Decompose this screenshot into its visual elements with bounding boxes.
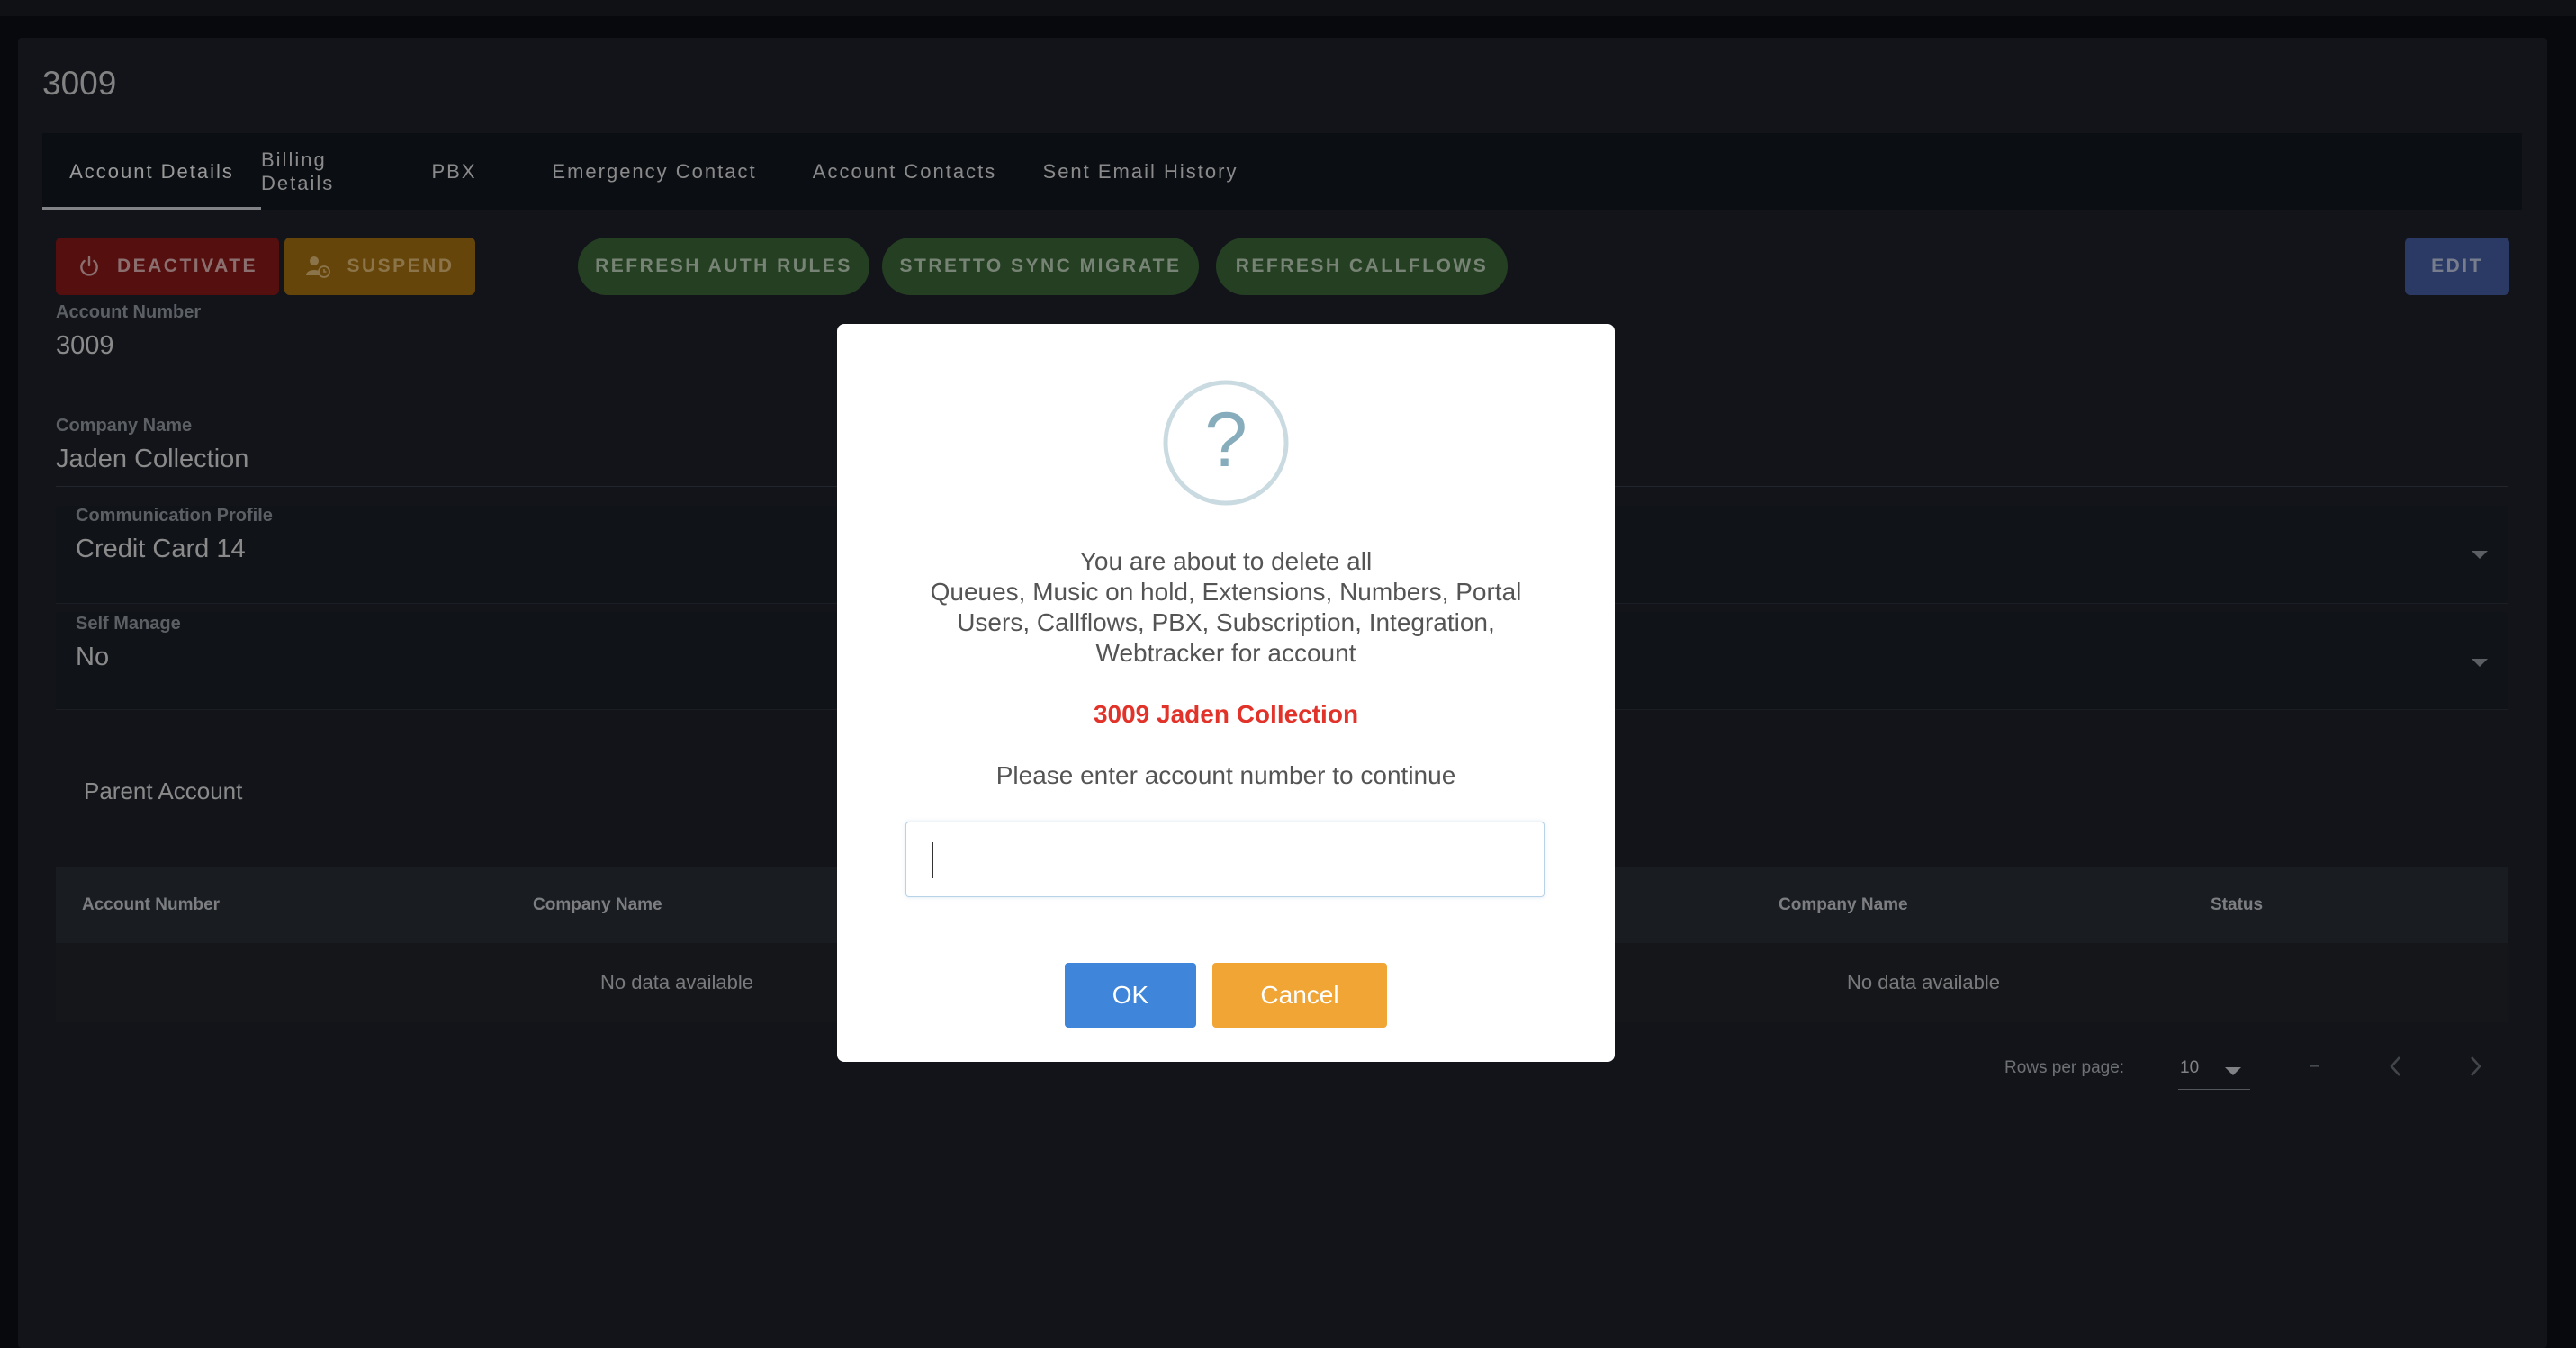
text-cursor [932,842,933,878]
dialog-message-line: You are about to delete all [1079,547,1373,575]
delete-confirmation-dialog: ? You are about to delete all Queues, Mu… [837,324,1615,1062]
dialog-message-line: Queues, Music on hold, Extensions, Numbe… [930,578,1522,606]
dialog-message-line: Webtracker for account [1095,639,1356,667]
svg-text:?: ? [1204,397,1247,483]
dialog-prompt: Please enter account number to continue [995,761,1456,789]
dialog-account-name: 3009 Jaden Collection [1093,700,1359,728]
question-icon: ? [1163,380,1289,506]
account-number-confirm-input[interactable] [905,822,1545,897]
dialog-message-line: Users, Callflows, PBX, Subscription, Int… [957,608,1495,636]
ok-button[interactable]: OK [1065,963,1196,1028]
cancel-button[interactable]: Cancel [1212,963,1387,1028]
